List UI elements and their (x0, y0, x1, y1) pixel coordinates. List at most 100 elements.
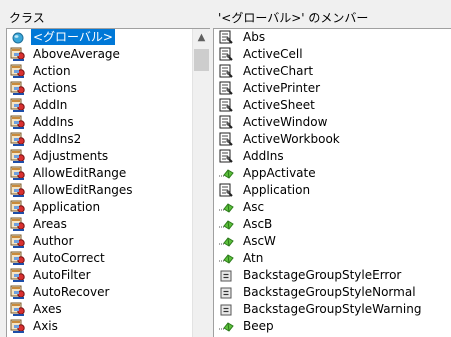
class-item-label: Axis (33, 319, 58, 333)
member-item[interactable]: ActiveWindow (214, 114, 451, 131)
class-item-label: Actions (33, 81, 77, 95)
class-icon (9, 148, 27, 165)
class-item[interactable]: Application (7, 199, 192, 216)
member-item-label: BackstageGroupStyleError (243, 268, 402, 282)
member-item[interactable]: BackstageGroupStyleWarning (214, 301, 451, 318)
class-item[interactable]: Axes (7, 301, 192, 318)
class-icon (9, 233, 27, 250)
property-icon (217, 182, 235, 199)
constant-icon (217, 267, 235, 284)
property-icon (217, 148, 235, 165)
member-item-label: Beep (243, 319, 274, 333)
member-item[interactable]: Atn (214, 250, 451, 267)
member-item[interactable]: Asc (214, 199, 451, 216)
member-item-label: ActiveChart (243, 64, 314, 78)
member-item-label: BackstageGroupStyleWarning (243, 302, 422, 316)
class-icon (9, 80, 27, 97)
member-item[interactable]: AppActivate (214, 165, 451, 182)
class-icon (9, 63, 27, 80)
class-icon (9, 182, 27, 199)
class-item[interactable]: AboveAverage (7, 46, 192, 63)
class-item[interactable]: Axis (7, 318, 192, 335)
globe-icon (9, 29, 27, 46)
member-item-label: Abs (243, 30, 266, 44)
class-icon (9, 267, 27, 284)
member-item[interactable]: AscB (214, 216, 451, 233)
class-item[interactable]: AddIns2 (7, 131, 192, 148)
member-item[interactable]: ActiveWorkbook (214, 131, 451, 148)
class-item[interactable]: AddIn (7, 97, 192, 114)
member-item[interactable]: AddIns (214, 148, 451, 165)
class-item-label: Areas (33, 217, 67, 231)
class-item[interactable]: Adjustments (7, 148, 192, 165)
class-item[interactable]: AutoCorrect (7, 250, 192, 267)
classes-scrollbar[interactable]: ▲ (192, 29, 210, 337)
class-item-label: AddIn (33, 98, 68, 112)
classes-header: クラス (9, 11, 45, 25)
class-item-label: AutoRecover (33, 285, 110, 299)
class-item-label: Axes (33, 302, 62, 316)
property-icon (217, 80, 235, 97)
member-item-label: Atn (243, 251, 264, 265)
member-item-label: ActiveSheet (243, 98, 315, 112)
class-item-label: Adjustments (33, 149, 109, 163)
class-item[interactable]: AllowEditRanges (7, 182, 192, 199)
class-icon (9, 250, 27, 267)
member-item[interactable]: ActiveSheet (214, 97, 451, 114)
class-item-label: AddIns2 (33, 132, 82, 146)
method-icon (217, 165, 235, 182)
method-icon (217, 250, 235, 267)
member-item-label: ActiveWorkbook (243, 132, 340, 146)
class-item[interactable]: AllowEditRange (7, 165, 192, 182)
class-item[interactable]: Areas (7, 216, 192, 233)
class-item[interactable]: <グローバル> (7, 29, 192, 46)
member-item[interactable]: Application (214, 182, 451, 199)
class-icon (9, 199, 27, 216)
method-icon (217, 318, 235, 335)
member-item-label: AscW (243, 234, 276, 248)
class-item-label: AboveAverage (33, 47, 120, 61)
class-item-label: Action (33, 64, 71, 78)
class-item-label: AutoFilter (33, 268, 91, 282)
class-item-label: AutoCorrect (33, 251, 105, 265)
members-list[interactable]: Abs ActiveCell ActiveChart ActivePrinter Act… (213, 28, 451, 337)
member-item-label: ActiveWindow (243, 115, 328, 129)
class-item[interactable]: AutoRecover (7, 284, 192, 301)
member-item-label: BackstageGroupStyleNormal (243, 285, 416, 299)
method-icon (217, 199, 235, 216)
member-item[interactable]: AscW (214, 233, 451, 250)
class-item[interactable]: Actions (7, 80, 192, 97)
class-icon (9, 318, 27, 335)
class-item-label: Application (33, 200, 101, 214)
class-item[interactable]: Action (7, 63, 192, 80)
class-item-label: <グローバル> (31, 29, 115, 45)
class-icon (9, 114, 27, 131)
member-item[interactable]: Abs (214, 29, 451, 46)
scrollbar-thumb[interactable] (194, 49, 209, 71)
class-icon (9, 165, 27, 182)
constant-icon (217, 284, 235, 301)
member-item[interactable]: ActiveChart (214, 63, 451, 80)
member-item[interactable]: ActiveCell (214, 46, 451, 63)
classes-list[interactable]: <グローバル> AboveAverage Action Actions AddIn Add… (6, 28, 211, 337)
class-icon (9, 46, 27, 63)
class-item[interactable]: AutoFilter (7, 267, 192, 284)
method-icon (217, 216, 235, 233)
class-item[interactable]: AddIns (7, 114, 192, 131)
member-item-label: Asc (243, 200, 265, 214)
class-icon (9, 284, 27, 301)
property-icon (217, 63, 235, 80)
member-item[interactable]: BackstageGroupStyleError (214, 267, 451, 284)
property-icon (217, 97, 235, 114)
property-icon (217, 114, 235, 131)
property-icon (217, 29, 235, 46)
member-item[interactable]: ActivePrinter (214, 80, 451, 97)
member-item[interactable]: BackstageGroupStyleNormal (214, 284, 451, 301)
class-icon (9, 97, 27, 114)
members-header: '<グローバル>' のメンバー (218, 11, 369, 25)
class-item-label: Author (33, 234, 74, 248)
class-item[interactable]: Author (7, 233, 192, 250)
member-item[interactable]: Beep (214, 318, 451, 335)
scroll-up-arrow-icon[interactable]: ▲ (193, 29, 210, 46)
property-icon (217, 131, 235, 148)
